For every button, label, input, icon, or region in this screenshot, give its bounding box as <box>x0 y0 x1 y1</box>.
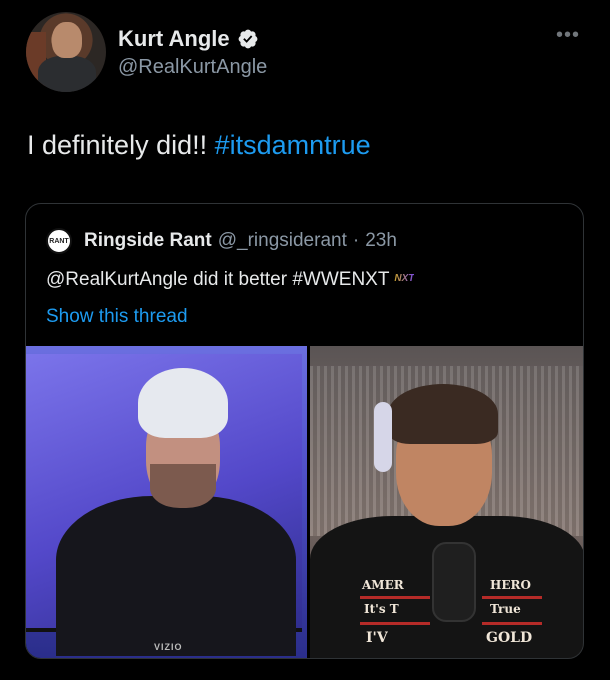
shirt-text-2-right: True <box>490 602 521 616</box>
shirt-stripe-4 <box>482 622 542 625</box>
quoted-text-body: @RealKurtAngle did it better #WWENXT <box>46 269 390 290</box>
image-right-hair <box>388 384 498 444</box>
image-left-hair <box>138 368 228 438</box>
quoted-separator: · <box>352 230 360 251</box>
shirt-stripe-3 <box>360 622 430 625</box>
quoted-avatar-text: RANT <box>49 237 69 245</box>
image-right-microphone <box>432 542 476 622</box>
image-left-shirt <box>56 496 296 656</box>
quoted-image-left[interactable]: VIZIO <box>26 346 307 658</box>
quoted-author-handle[interactable]: @_ringsiderant <box>218 230 347 252</box>
shirt-text-1-right: HERO <box>490 578 531 592</box>
author-avatar[interactable] <box>26 12 106 92</box>
quoted-tweet-card[interactable]: RANT Ringside Rant @_ringsiderant · 23h … <box>25 203 584 659</box>
quoted-text: @RealKurtAngle did it better #WWENXT NXT <box>46 269 414 291</box>
quoted-author-name[interactable]: Ringside Rant <box>84 230 212 252</box>
shirt-stripe-2 <box>482 596 542 599</box>
quoted-header: Ringside Rant @_ringsiderant · 23h <box>84 230 397 252</box>
avatar-head <box>52 22 82 58</box>
more-options-icon[interactable]: ••• <box>556 24 580 47</box>
tweet-body: I definitely did!! <box>27 130 215 160</box>
tweet-hashtag-link[interactable]: #itsdamntrue <box>215 130 371 160</box>
image-left-brand-label: VIZIO <box>154 642 183 652</box>
shirt-text-3-right: GOLD <box>486 630 533 646</box>
image-left-beard <box>150 464 216 508</box>
shirt-text-3-left: I'V <box>366 630 388 646</box>
shirt-text-2-left: It's T <box>364 602 399 616</box>
tweet-text: I definitely did!! #itsdamntrue <box>27 130 371 161</box>
shirt-stripe-1 <box>360 596 430 599</box>
quoted-timestamp[interactable]: 23h <box>365 230 397 252</box>
quoted-image-right[interactable]: AMER HERO It's T True I'V GOLD <box>310 346 583 658</box>
show-this-thread-link[interactable]: Show this thread <box>46 306 188 328</box>
shirt-text-1-left: AMER <box>362 578 404 592</box>
quoted-author-avatar[interactable]: RANT <box>46 228 72 254</box>
author-display-name[interactable]: Kurt Angle <box>118 26 230 52</box>
nxt-hashflag-icon: NXT <box>394 273 415 284</box>
author-handle[interactable]: @RealKurtAngle <box>118 56 267 79</box>
image-right-headset <box>374 402 392 472</box>
verified-badge-icon <box>238 29 258 49</box>
author-name-row: Kurt Angle <box>118 26 259 52</box>
avatar-body <box>38 56 96 92</box>
